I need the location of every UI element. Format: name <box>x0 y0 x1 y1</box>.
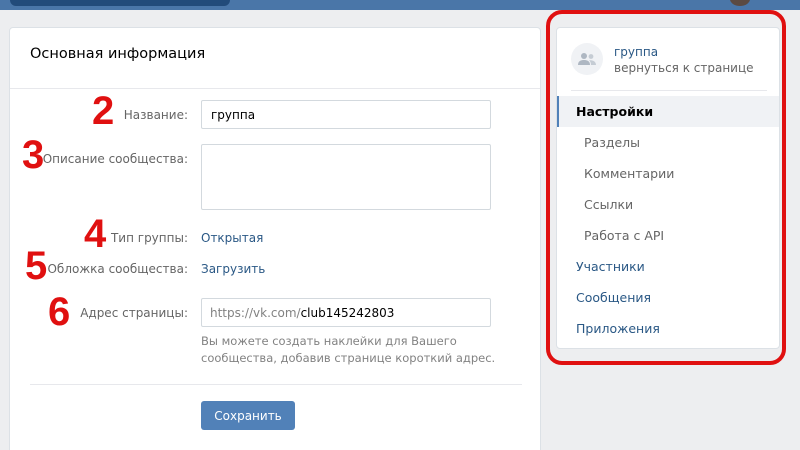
annotation-6: 6 <box>48 290 71 334</box>
sidebar-item-links[interactable]: Ссылки <box>557 189 779 220</box>
group-type-label: Тип группы: <box>110 231 188 245</box>
group-name-link[interactable]: группа <box>614 45 658 59</box>
footer-divider <box>30 384 522 385</box>
sidebar-item-api[interactable]: Работа с API <box>557 220 779 251</box>
sidebar-item-messages[interactable]: Сообщения <box>557 282 779 313</box>
top-header-bar <box>0 0 800 10</box>
group-avatar[interactable] <box>571 43 603 75</box>
annotation-4: 4 <box>84 212 107 256</box>
description-label: Описание сообщества: <box>42 152 188 166</box>
description-textarea[interactable] <box>201 144 491 210</box>
back-to-page-link[interactable]: вернуться к странице <box>614 61 754 75</box>
sidebar-item-settings[interactable]: Настройки <box>557 96 779 127</box>
address-input[interactable]: https://vk.com/ club145242803 <box>201 298 491 327</box>
sidebar-item-sections[interactable]: Разделы <box>557 127 779 158</box>
sidebar-item-comments[interactable]: Комментарии <box>557 158 779 189</box>
cover-upload-link[interactable]: Загрузить <box>201 262 265 276</box>
search-bar[interactable] <box>10 0 230 6</box>
group-icon <box>578 53 596 65</box>
annotation-3: 3 <box>22 133 45 177</box>
address-label: Адрес страницы: <box>80 306 188 320</box>
annotation-5: 5 <box>25 244 48 288</box>
annotation-2: 2 <box>92 89 115 133</box>
cover-label: Обложка сообщества: <box>47 262 188 276</box>
sidebar-menu: группа вернуться к странице Настройки Ра… <box>556 27 780 349</box>
title-divider <box>10 88 540 89</box>
sidebar-item-members[interactable]: Участники <box>557 251 779 282</box>
page-title: Основная информация <box>30 46 206 62</box>
sidebar-item-apps[interactable]: Приложения <box>557 313 779 344</box>
address-value: club145242803 <box>300 305 395 320</box>
user-avatar[interactable] <box>730 0 750 6</box>
address-prefix: https://vk.com/ <box>210 305 301 320</box>
name-label: Название: <box>123 108 188 122</box>
address-hint: Вы можете создать наклейки для Вашего со… <box>201 334 496 365</box>
sidebar-divider <box>571 90 767 91</box>
group-type-link[interactable]: Открытая <box>201 231 263 245</box>
save-button[interactable]: Сохранить <box>201 401 295 430</box>
name-input[interactable] <box>201 100 491 129</box>
